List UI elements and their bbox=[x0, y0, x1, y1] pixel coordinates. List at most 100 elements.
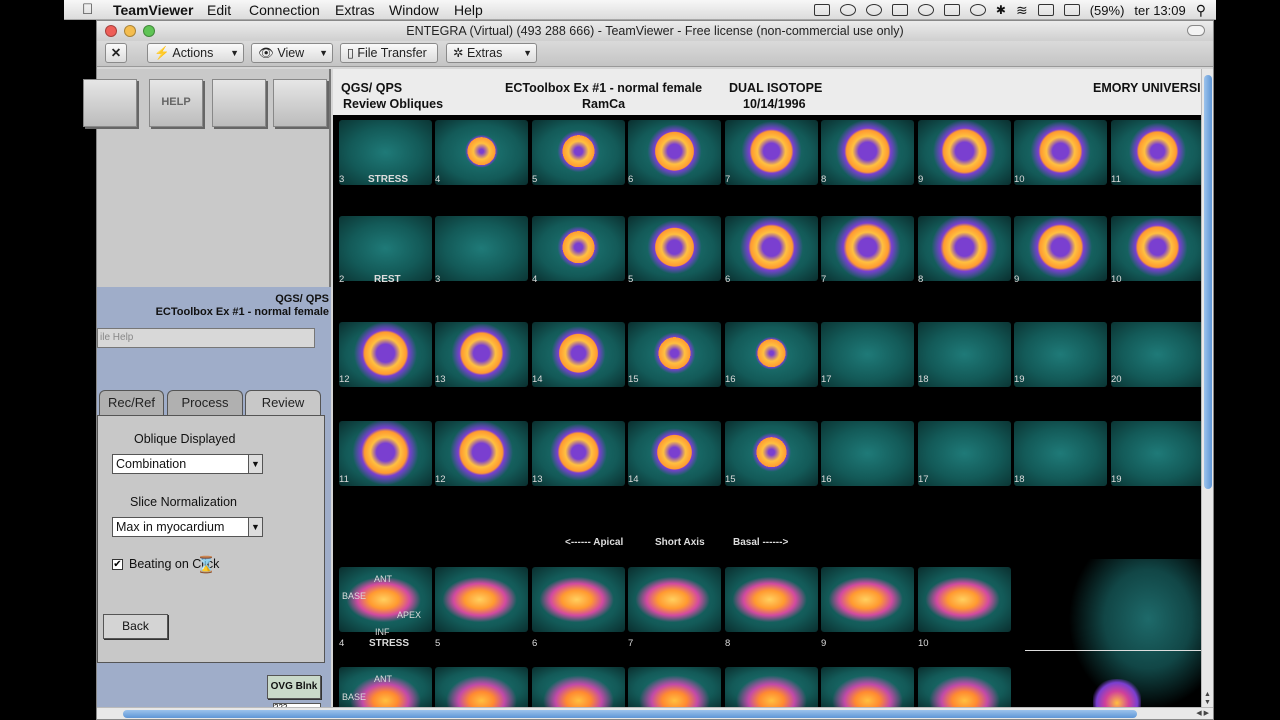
tab-rec-ref[interactable]: Rec/Ref bbox=[99, 390, 164, 415]
slice-image-rest-5[interactable] bbox=[628, 216, 721, 281]
slice-image-rest-apical-12[interactable] bbox=[435, 421, 528, 486]
tab-process[interactable]: Process bbox=[167, 390, 243, 415]
slice-image-stress-9[interactable] bbox=[918, 120, 1011, 185]
menu-teamviewer[interactable]: TeamViewer bbox=[113, 2, 193, 18]
slice-image-stress-7[interactable] bbox=[725, 120, 818, 185]
menu-extras[interactable]: Extras bbox=[335, 2, 375, 18]
long-axis-image-row2[interactable] bbox=[532, 667, 625, 709]
long-axis-image-7[interactable] bbox=[628, 567, 721, 632]
long-axis-image-10[interactable] bbox=[918, 567, 1011, 632]
bluetooth-icon[interactable]: ✱ bbox=[996, 3, 1006, 17]
slice-image-rest-7[interactable] bbox=[821, 216, 914, 281]
slice-image-rest-9[interactable] bbox=[1014, 216, 1107, 281]
globe-icon[interactable] bbox=[865, 4, 882, 16]
check-icon[interactable] bbox=[917, 4, 934, 16]
long-axis-image-8[interactable] bbox=[725, 567, 818, 632]
long-axis-image-row2[interactable] bbox=[435, 667, 528, 709]
slice-image-rest-2[interactable] bbox=[339, 216, 432, 281]
long-axis-image-9[interactable] bbox=[821, 567, 914, 632]
oblique-label: Oblique Displayed bbox=[134, 432, 236, 446]
printer-icon[interactable] bbox=[273, 79, 327, 127]
battery-icon[interactable] bbox=[1063, 4, 1080, 16]
slice-image-stress-8[interactable] bbox=[821, 120, 914, 185]
extras-button[interactable]: ✲ Extras ▼ bbox=[446, 43, 537, 63]
scroll-arrows-icon[interactable]: ◀ ▶ bbox=[1196, 709, 1209, 717]
long-axis-image-row2[interactable] bbox=[918, 667, 1011, 709]
long-axis-image-row2[interactable] bbox=[821, 667, 914, 709]
ruler-icon[interactable] bbox=[83, 79, 137, 127]
horizontal-scroll-thumb[interactable] bbox=[123, 710, 1137, 718]
slice-image-rest-3[interactable] bbox=[435, 216, 528, 281]
wifi-icon[interactable]: ≋ bbox=[1016, 2, 1028, 19]
apple-icon[interactable]:  bbox=[82, 1, 93, 18]
actions-button[interactable]: ⚡ Actions ▼ bbox=[147, 43, 244, 63]
help-book-icon[interactable]: HELP bbox=[149, 79, 203, 127]
vertical-scroll-thumb[interactable] bbox=[1204, 75, 1212, 489]
long-axis-image-row2[interactable] bbox=[725, 667, 818, 709]
slice-number: 12 bbox=[435, 474, 446, 485]
slice-image-rest-apical-19[interactable] bbox=[1111, 421, 1204, 486]
slice-image-stress-4[interactable] bbox=[435, 120, 528, 185]
menu-help[interactable]: Help bbox=[454, 2, 483, 18]
slice-image-stress-10[interactable] bbox=[1014, 120, 1107, 185]
flag-icon[interactable] bbox=[1037, 4, 1054, 16]
ovg-blink-button[interactable]: OVG Blnk bbox=[267, 675, 321, 699]
scroll-arrows-icon[interactable]: ▲ ▼ bbox=[1204, 691, 1211, 707]
slice-image-rest-apical-17[interactable] bbox=[918, 421, 1011, 486]
close-session-button[interactable]: ✕ bbox=[105, 43, 127, 63]
menu-connection[interactable]: Connection bbox=[249, 2, 320, 18]
slice-image-stress-apical-13[interactable] bbox=[435, 322, 528, 387]
clock[interactable]: ter 13:09 bbox=[1134, 3, 1185, 18]
long-axis-image-row2[interactable] bbox=[628, 667, 721, 709]
slice-image-rest-apical-18[interactable] bbox=[1014, 421, 1107, 486]
slice-image-stress-apical-20[interactable] bbox=[1111, 322, 1204, 387]
beating-checkbox[interactable]: ✔ bbox=[112, 559, 123, 570]
slice-image-stress-5[interactable] bbox=[532, 120, 625, 185]
long-axis-image-6[interactable] bbox=[532, 567, 625, 632]
slice-image-stress-11[interactable] bbox=[1111, 120, 1204, 185]
menu-edit[interactable]: Edit bbox=[207, 2, 231, 18]
slice-image-stress-apical-19[interactable] bbox=[1014, 322, 1107, 387]
slice-image-rest-apical-11[interactable] bbox=[339, 421, 432, 486]
slice-image-stress-apical-17[interactable] bbox=[821, 322, 914, 387]
minimize-window-button[interactable] bbox=[124, 25, 136, 37]
patient-name: RamCa bbox=[582, 97, 626, 111]
slice-image-rest-apical-15[interactable] bbox=[725, 421, 818, 486]
slice-image-rest-apical-16[interactable] bbox=[821, 421, 914, 486]
tab-review[interactable]: Review bbox=[245, 390, 321, 417]
slice-image-rest-10[interactable] bbox=[1111, 216, 1204, 281]
vertical-scrollbar[interactable]: ▲ ▼ bbox=[1201, 69, 1213, 709]
status-icon[interactable] bbox=[839, 4, 856, 16]
slice-image-rest-apical-13[interactable] bbox=[532, 421, 625, 486]
normalization-select[interactable]: Max in myocardium ▼ bbox=[112, 517, 263, 537]
slice-image-stress-apical-15[interactable] bbox=[628, 322, 721, 387]
slice-image-rest-apical-14[interactable] bbox=[628, 421, 721, 486]
slice-image-stress-apical-18[interactable] bbox=[918, 322, 1011, 387]
toolbar-toggle-button[interactable] bbox=[1187, 25, 1205, 36]
slice-image-rest-4[interactable] bbox=[532, 216, 625, 281]
layout-icon[interactable] bbox=[212, 79, 266, 127]
close-window-button[interactable] bbox=[105, 25, 117, 37]
slice-number: 8 bbox=[918, 274, 924, 285]
oblique-select[interactable]: Combination ▼ bbox=[112, 454, 263, 474]
time-machine-icon[interactable] bbox=[969, 4, 986, 16]
slice-image-rest-6[interactable] bbox=[725, 216, 818, 281]
back-button[interactable]: Back bbox=[103, 614, 168, 639]
slice-image-stress-apical-12[interactable] bbox=[339, 322, 432, 387]
help-menu-text[interactable]: ile Help bbox=[100, 332, 133, 343]
slice-image-stress-apical-16[interactable] bbox=[725, 322, 818, 387]
long-axis-image-5[interactable] bbox=[435, 567, 528, 632]
file-transfer-button[interactable]: ▯ File Transfer bbox=[340, 43, 438, 63]
horizontal-scrollbar[interactable]: ◀ ▶ bbox=[97, 707, 1213, 719]
zoom-window-button[interactable] bbox=[143, 25, 155, 37]
slice-image-stress-6[interactable] bbox=[628, 120, 721, 185]
view-button[interactable]: 👁 View ▼ bbox=[251, 43, 333, 63]
menu-window[interactable]: Window bbox=[389, 2, 439, 18]
file-help-menubar[interactable]: ile Help bbox=[97, 328, 315, 348]
slice-image-rest-8[interactable] bbox=[918, 216, 1011, 281]
spotlight-icon[interactable]: ⚲ bbox=[1196, 2, 1206, 19]
slice-image-stress-apical-14[interactable] bbox=[532, 322, 625, 387]
screens-icon[interactable] bbox=[891, 4, 908, 16]
camera-icon[interactable] bbox=[813, 4, 830, 16]
display-icon[interactable] bbox=[943, 4, 960, 16]
